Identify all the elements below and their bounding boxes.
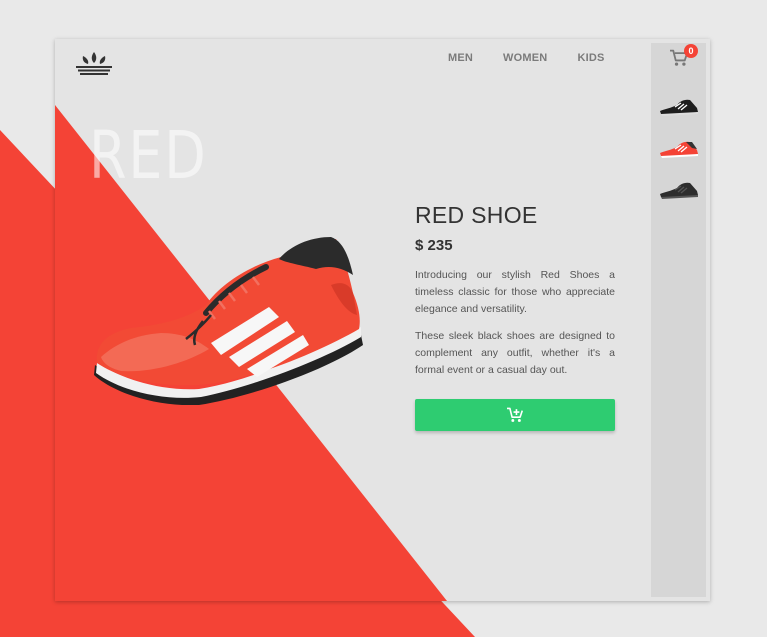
nav-item-kids[interactable]: KIDS — [577, 52, 604, 64]
hero-color-word: RED — [89, 117, 208, 194]
product-title: RED SHOE — [415, 202, 538, 228]
product-description-2: These sleek black shoes are designed to … — [415, 330, 615, 376]
sidebar: 0 — [651, 43, 706, 597]
product-description-1: Introducing our stylish Red Shoes a time… — [415, 269, 615, 315]
black-shoe-thumbnail[interactable] — [659, 95, 699, 117]
nav-item-women[interactable]: WOMEN — [503, 52, 547, 64]
product-card: MEN WOMEN KIDS 0 RED RED SHOE $ 235 Intr… — [55, 39, 710, 601]
adidas-logo-icon[interactable] — [74, 51, 114, 75]
red-shoe-thumbnail[interactable] — [659, 137, 699, 159]
add-to-cart-button[interactable] — [415, 399, 615, 431]
dark-grey-shoe-thumbnail[interactable] — [659, 178, 699, 200]
nav-item-men[interactable]: MEN — [448, 52, 473, 64]
red-shoe-image — [94, 237, 363, 405]
product-price: $ 235 — [415, 237, 453, 254]
cart-count-badge: 0 — [684, 44, 698, 58]
add-to-cart-icon — [507, 407, 524, 422]
main-nav: MEN WOMEN KIDS — [448, 52, 635, 64]
